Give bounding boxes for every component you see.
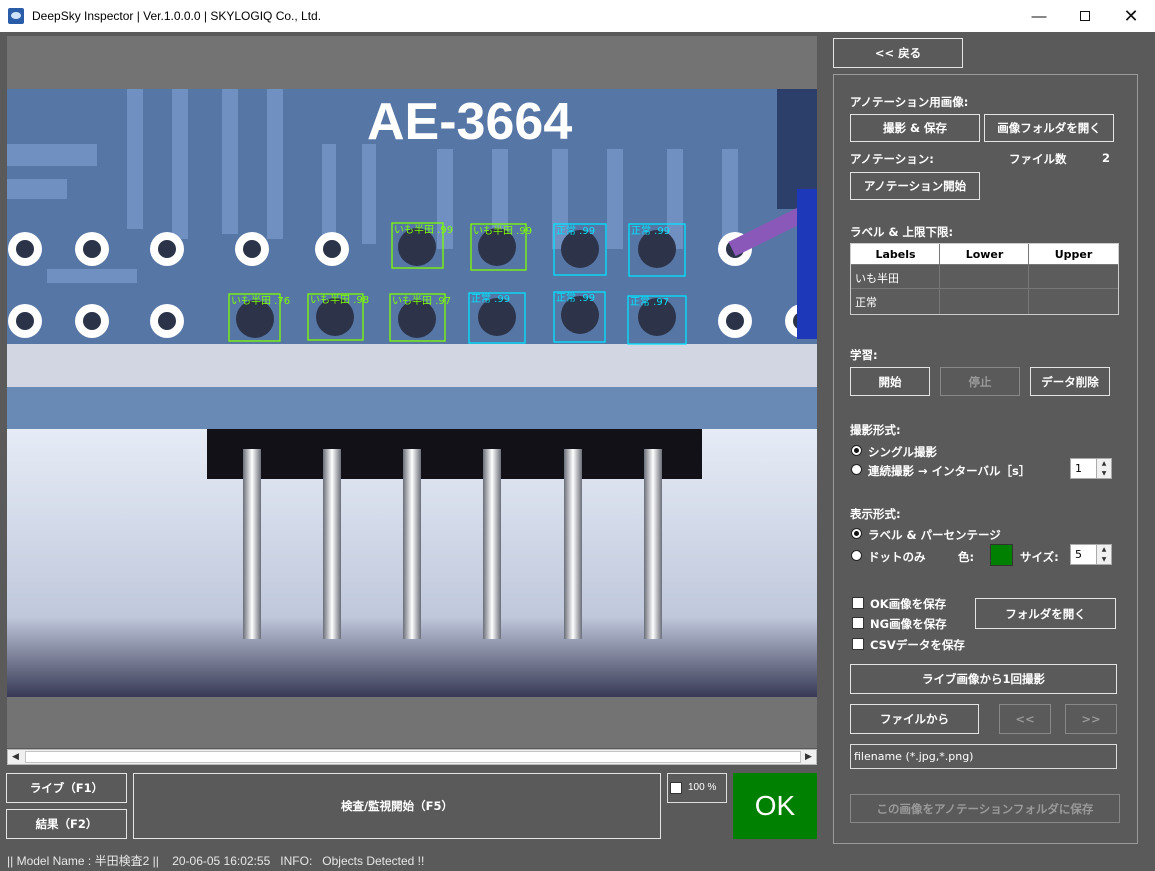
status-info: INFO: Objects Detected !! [280,854,425,868]
scroll-left-icon[interactable]: ◀ [8,750,23,764]
table-row[interactable]: いも半田 [851,264,1118,288]
previous-file-button[interactable]: << [999,704,1051,734]
zoom-100-toggle[interactable]: 100 % [667,773,727,803]
annotation-images-heading: アノテーション用画像: [850,95,969,109]
save-ok-checkbox[interactable] [852,597,864,609]
status-bar: || Model Name : 半田検査2 || 20-06-05 16:02:… [7,852,424,869]
stepper-down-icon[interactable]: ▼ [1096,554,1111,564]
table-header: Labels Lower Upper [851,244,1118,264]
save-csv-label: CSVデータを保存 [870,638,965,652]
maximize-icon[interactable] [1062,0,1108,32]
dot-only-label: ドットのみ [868,550,926,564]
label-limits-heading: ラベル & 上限下限: [850,225,954,239]
column-divider [939,244,940,314]
column-header: Upper [1054,248,1093,261]
window-title: DeepSky Inspector | Ver.1.0.0.0 | SKYLOG… [32,9,322,23]
horizontal-scrollbar[interactable]: ◀ ▶ [7,749,817,765]
single-capture-label: シングル撮影 [868,445,937,459]
annotation-heading: アノテーション: [850,152,934,166]
title-bar: DeepSky Inspector | Ver.1.0.0.0 | SKYLOG… [0,0,1155,32]
dot-only-radio[interactable] [851,550,862,561]
capture-mode-heading: 撮影形式: [850,423,901,437]
size-label: サイズ: [1020,550,1059,564]
detection-label: 正常 .99 [556,291,595,304]
delete-data-button[interactable]: データ削除 [1030,367,1110,396]
pcb-photo: AE-3664 いも半田 .99 いも半田 .99 正常 .99 正常 .99 … [7,89,817,697]
size-stepper[interactable]: 5 ▲ ▼ [1070,544,1112,565]
detection-label: いも半田 .98 [310,293,369,306]
zoom-100-label: 100 % [688,782,717,793]
continuous-capture-radio[interactable] [851,464,862,475]
file-count-label: ファイル数 [1009,152,1067,166]
open-image-folder-button[interactable]: 画像フォルダを開く [984,114,1114,142]
open-folder-button[interactable]: フォルダを開く [975,598,1116,629]
live-button[interactable]: ライブ（F1） [6,773,127,803]
detection-label: いも半田 .97 [392,294,451,307]
learning-stop-button[interactable]: 停止 [940,367,1020,396]
column-header: Lower [965,248,1004,261]
detection-label: いも半田 .76 [231,294,290,307]
save-ng-checkbox[interactable] [852,617,864,629]
judgement-badge: OK [733,773,817,839]
status-time: 20-06-05 16:02:55 [172,854,271,868]
label-percent-label: ラベル & パーセンテージ [868,528,1001,542]
table-row[interactable]: 正常 [851,288,1118,312]
save-to-annotation-button[interactable]: この画像をアノテーションフォルダに保存 [850,794,1120,823]
next-file-button[interactable]: >> [1065,704,1117,734]
image-viewer[interactable]: AE-3664 いも半田 .99 いも半田 .99 正常 .99 正常 .99 … [7,36,817,748]
size-value: 5 [1075,548,1082,561]
capture-save-button[interactable]: 撮影 & 保存 [850,114,980,142]
from-file-button[interactable]: ファイルから [850,704,979,734]
label-limits-table[interactable]: Labels Lower Upper いも半田 正常 [850,243,1119,315]
label-cell: いも半田 [855,272,899,285]
close-icon[interactable]: ✕ [1108,0,1154,32]
continuous-capture-label: 連続撮影 → インターバル［s］ [868,464,1031,478]
column-divider [1028,244,1029,314]
interval-stepper[interactable]: 1 ▲ ▼ [1070,458,1112,479]
result-button[interactable]: 結果（F2） [6,809,127,839]
detection-label: 正常 .99 [556,224,595,237]
filename-field[interactable]: filename (*.jpg,*.png) [850,744,1117,769]
learning-start-button[interactable]: 開始 [850,367,930,396]
stepper-down-icon[interactable]: ▼ [1096,468,1111,478]
back-button[interactable]: << 戻る [833,38,963,68]
label-percent-radio[interactable] [851,528,862,539]
color-label: 色: [958,550,975,564]
save-ok-label: OK画像を保存 [870,597,947,611]
detection-label: 正常 .97 [630,295,669,308]
minimize-icon[interactable]: — [1016,0,1062,32]
dot-color-swatch[interactable] [990,544,1013,566]
save-ng-label: NG画像を保存 [870,617,947,631]
column-header: Labels [875,248,916,261]
display-mode-heading: 表示形式: [850,507,901,521]
inspect-start-button[interactable]: 検査/監視開始（F5） [133,773,661,839]
pcb-silkscreen-label: AE-3664 [367,93,572,151]
detection-label: 正常 .99 [631,224,670,237]
detection-label: いも半田 .99 [394,223,453,236]
camera-image: AE-3664 いも半田 .99 いも半田 .99 正常 .99 正常 .99 … [7,89,817,697]
zoom-100-checkbox[interactable] [670,782,682,794]
stepper-up-icon[interactable]: ▲ [1096,545,1111,555]
detection-label: 正常 .99 [471,292,510,305]
interval-value: 1 [1075,462,1082,475]
save-csv-checkbox[interactable] [852,638,864,650]
scroll-thumb[interactable] [25,751,801,763]
model-name: || Model Name : 半田検査2 || [7,854,159,868]
app-logo-icon [8,8,24,24]
stepper-up-icon[interactable]: ▲ [1096,459,1111,469]
scroll-right-icon[interactable]: ▶ [801,750,816,764]
detection-label: いも半田 .99 [473,224,532,237]
label-cell: 正常 [855,296,877,309]
learning-heading: 学習: [850,348,878,362]
single-capture-radio[interactable] [851,445,862,456]
file-count-value: 2 [1102,151,1111,165]
annotation-start-button[interactable]: アノテーション開始 [850,172,980,200]
capture-once-button[interactable]: ライブ画像から1回撮影 [850,664,1117,694]
